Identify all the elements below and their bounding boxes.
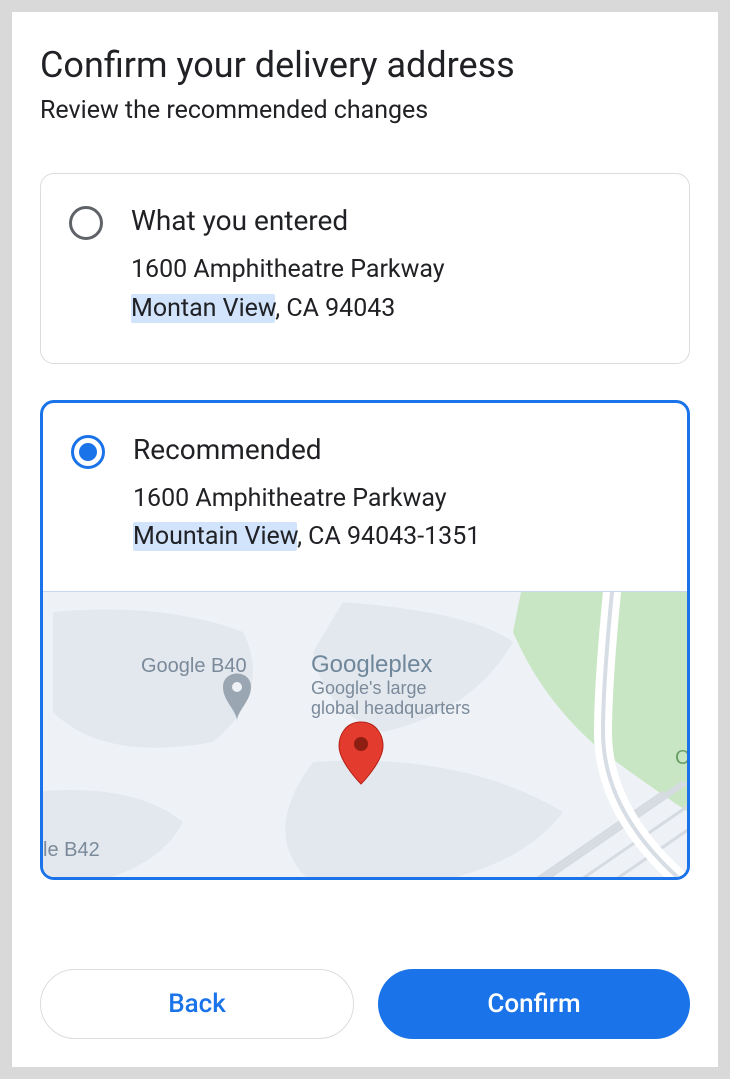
dialog-actions: Back Confirm (40, 949, 690, 1039)
entered-address-line1: 1600 Amphitheatre Parkway (131, 251, 661, 290)
recommended-address-line1: 1600 Amphitheatre Parkway (133, 480, 659, 519)
map-label-googleplex: Googleplex (311, 651, 432, 678)
map-svg: Google B40 Googleplex Google's large glo… (43, 592, 687, 877)
recommended-city-highlight: Mountain View (133, 522, 297, 551)
entered-address-line2: Montan View, CA 94043 (131, 290, 661, 329)
map-preview: Google B40 Googleplex Google's large glo… (43, 591, 687, 877)
confirm-button[interactable]: Confirm (378, 969, 690, 1039)
back-button[interactable]: Back (40, 969, 354, 1039)
dialog-subtitle: Review the recommended changes (40, 96, 690, 125)
dialog-title: Confirm your delivery address (40, 44, 690, 86)
map-label-c: C (675, 747, 687, 769)
option-entered-label: What you entered (131, 204, 661, 237)
recommended-rest: , CA 94043-1351 (297, 522, 480, 551)
option-recommended[interactable]: Recommended 1600 Amphitheatre Parkway Mo… (40, 400, 690, 881)
option-recommended-label: Recommended (133, 433, 659, 466)
option-recommended-body: Recommended 1600 Amphitheatre Parkway Mo… (133, 433, 659, 558)
entered-city-highlight: Montan View (131, 294, 275, 323)
radio-checked-icon[interactable] (71, 435, 105, 469)
confirm-address-dialog: Confirm your delivery address Review the… (12, 12, 718, 1067)
map-label-gplex-sub2: global headquarters (311, 698, 470, 718)
option-entered[interactable]: What you entered 1600 Amphitheatre Parkw… (40, 173, 690, 364)
option-entered-body: What you entered 1600 Amphitheatre Parkw… (131, 204, 661, 329)
entered-rest: , CA 94043 (275, 294, 395, 323)
recommended-address-line2: Mountain View, CA 94043-1351 (133, 518, 659, 557)
radio-unchecked-icon[interactable] (69, 206, 103, 240)
map-label-gplex-sub1: Google's large (311, 678, 427, 698)
map-label-b40: Google B40 (141, 655, 247, 677)
map-label-b42: le B42 (43, 839, 100, 861)
